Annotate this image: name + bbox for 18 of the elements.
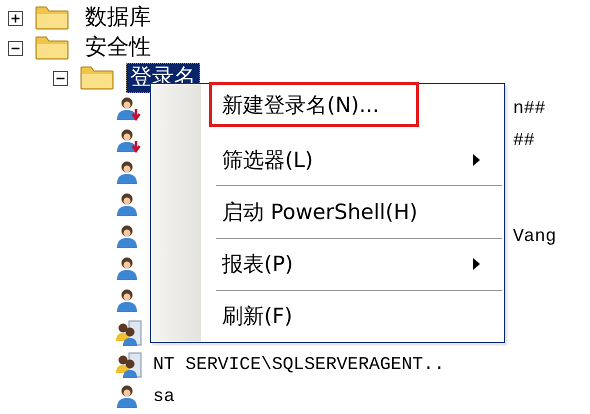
collapse-icon[interactable] <box>53 70 68 86</box>
login-name[interactable]: n## <box>513 99 546 119</box>
tree-item-label[interactable]: 安全性 <box>81 33 155 63</box>
tree-item-label[interactable]: 数据库 <box>81 3 155 33</box>
folder-icon <box>35 36 69 60</box>
login-name[interactable]: sa <box>153 387 175 407</box>
menu-item[interactable]: 筛选器(L) <box>216 134 504 186</box>
login-name[interactable]: ## <box>513 131 535 151</box>
folder-icon <box>35 6 69 30</box>
menu-item[interactable]: 新建登录名(N)... <box>209 82 419 128</box>
expand-icon[interactable] <box>8 10 23 26</box>
login-name[interactable]: NT SERVICE\SQLSERVERAGENT.. <box>153 355 445 375</box>
menu-item[interactable]: 启动 PowerShell(H) <box>216 186 504 238</box>
menu-item[interactable]: 报表(P) <box>216 238 504 290</box>
menu-item[interactable]: 刷新(F) <box>216 290 504 342</box>
login-name[interactable]: Vang <box>513 227 556 247</box>
collapse-icon[interactable] <box>8 40 23 56</box>
folder-icon <box>80 66 114 90</box>
